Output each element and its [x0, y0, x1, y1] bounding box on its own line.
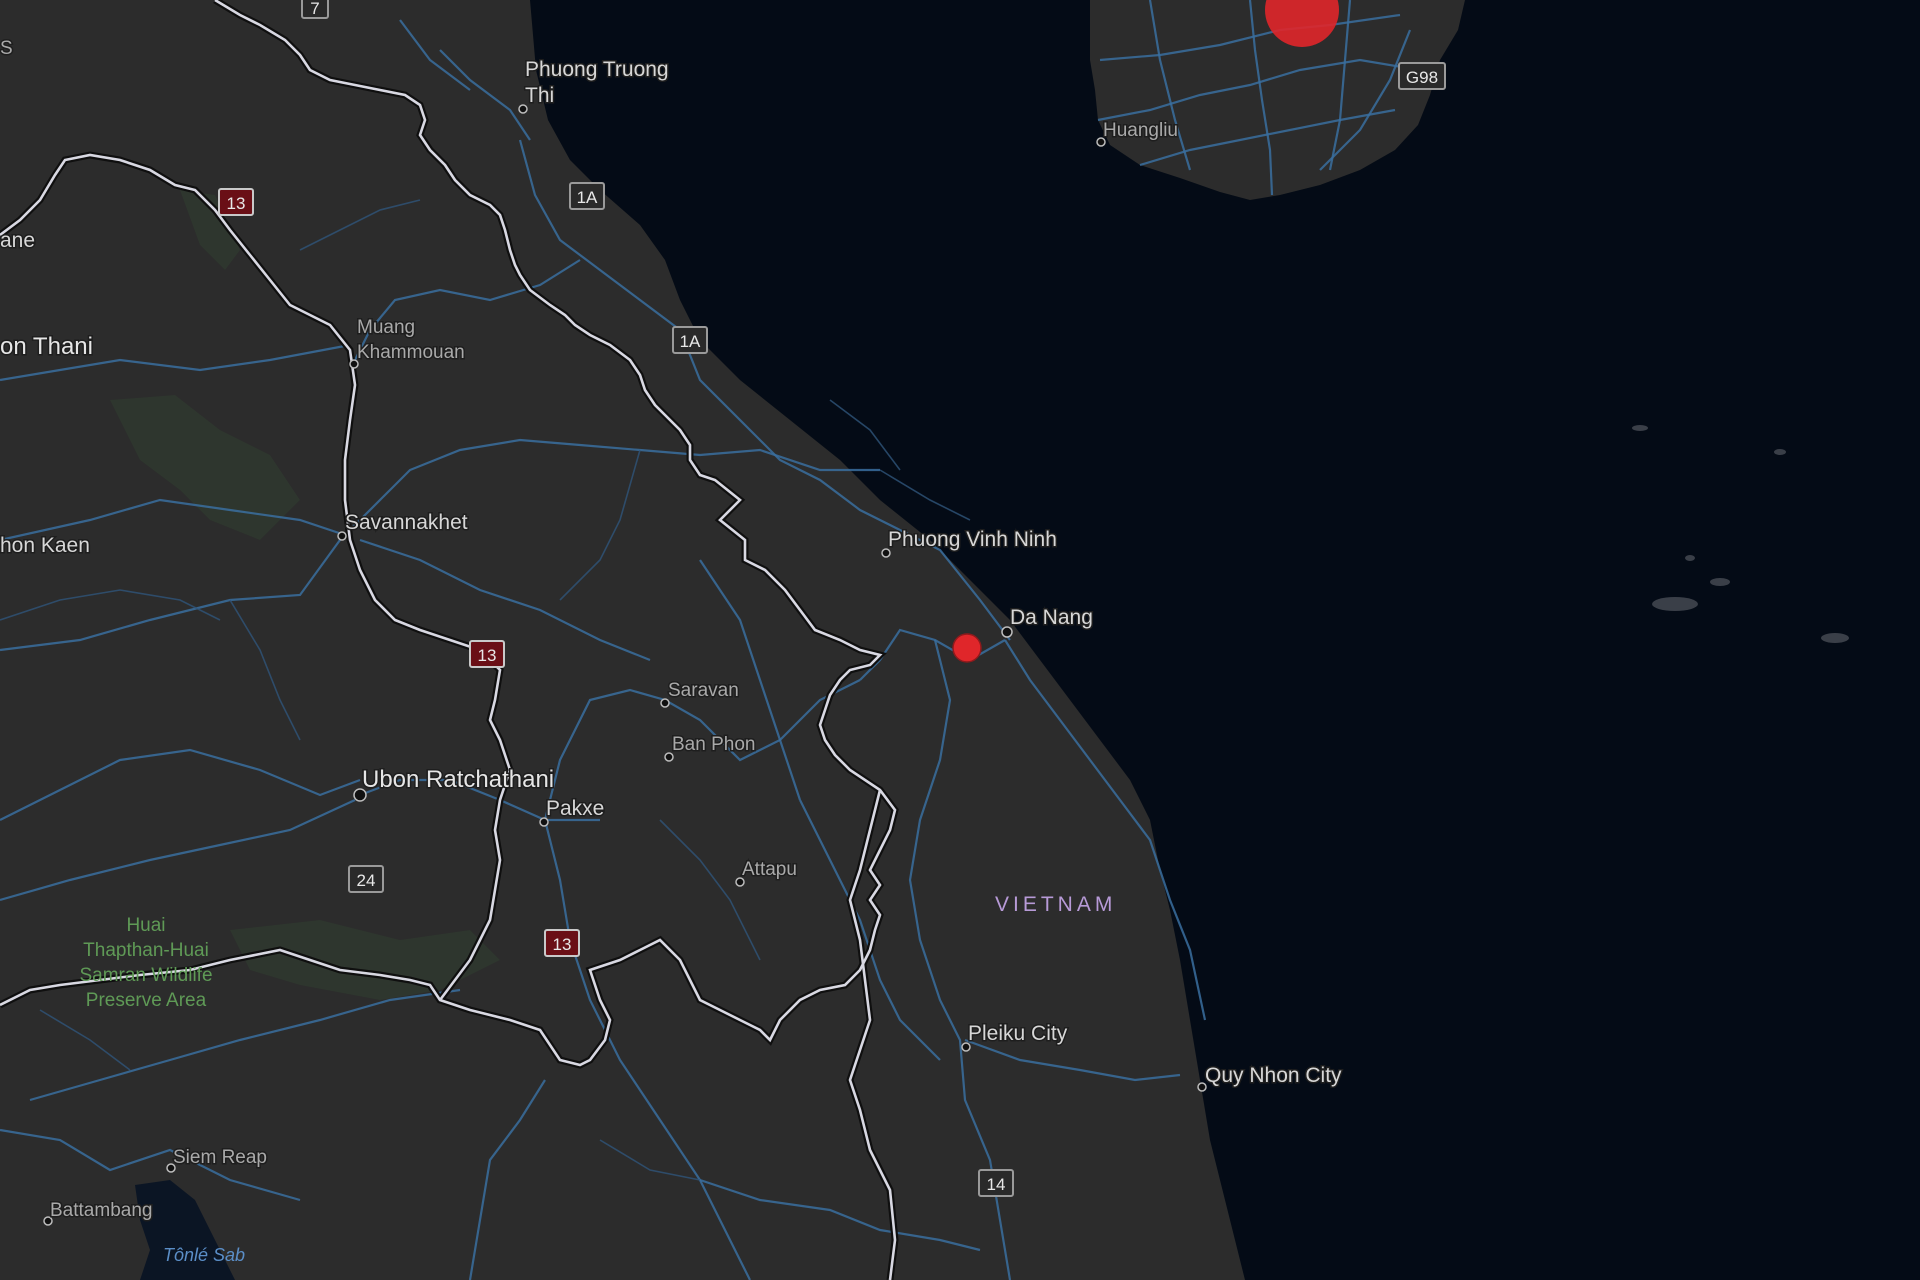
- road-shield-g98: G98: [1398, 62, 1446, 90]
- park-label-line2: Thapthan-Huai: [83, 940, 209, 961]
- road-shield-24: 24: [348, 865, 384, 893]
- road-shield-24-text: 24: [357, 871, 376, 890]
- city-label-phuong-truong-thi-line2: Thi: [525, 84, 554, 107]
- road-shield-13-middle: 13: [469, 640, 505, 668]
- road-shield-7-text: 7: [310, 0, 319, 18]
- road-shield-1a-north-text: 1A: [577, 188, 598, 207]
- city-label-ubon-ratchathani: Ubon Ratchathani: [362, 766, 554, 793]
- city-label-pleiku-city: Pleiku City: [968, 1022, 1068, 1045]
- park-label-line3: Samran Wildlife: [79, 965, 212, 986]
- marker-da-nang[interactable]: [952, 633, 982, 663]
- city-label-attapu: Attapu: [742, 859, 797, 880]
- road-shield-7: 7: [301, 0, 329, 19]
- road-shield-13-middle-text: 13: [478, 646, 497, 665]
- city-label-muang-khammouan: Muang: [357, 317, 415, 338]
- road-shield-13-south-text: 13: [553, 935, 572, 954]
- water-label-tonle-sap: Tônlé Sab: [163, 1245, 245, 1265]
- road-shield-13-north: 13: [218, 188, 254, 216]
- map-canvas[interactable]: Phuong Truong Thi Huangliu Muang Khammou…: [0, 0, 1920, 1280]
- road-shield-14-text: 14: [987, 1175, 1006, 1194]
- road-shield-1a-south: 1A: [672, 326, 708, 354]
- city-label-ban-phon: Ban Phon: [672, 734, 755, 755]
- edge-label: S: [0, 38, 13, 59]
- road-shield-1a-south-text: 1A: [680, 332, 701, 351]
- city-label-savannakhet: Savannakhet: [345, 511, 468, 534]
- road-shield-14: 14: [978, 1169, 1014, 1197]
- city-label-battambang: Battambang: [50, 1200, 152, 1221]
- city-label-da-nang: Da Nang: [1010, 606, 1093, 629]
- park-label-line1: Huai: [126, 915, 165, 936]
- city-label-phuong-vinh-ninh: Phuong Vinh Ninh: [888, 528, 1057, 551]
- road-shield-13-south: 13: [544, 929, 580, 957]
- road-shield-1a-north: 1A: [569, 182, 605, 210]
- city-label-phuong-truong-thi: Phuong Truong: [525, 58, 669, 81]
- road-shield-g98-text: G98: [1406, 68, 1438, 87]
- city-label-quy-nhon-city: Quy Nhon City: [1205, 1064, 1342, 1087]
- city-label-huangliu: Huangliu: [1103, 120, 1178, 141]
- road-shield-13-north-text: 13: [227, 194, 246, 213]
- city-label-muang-khammouan-line2: Khammouan: [357, 342, 465, 363]
- city-label-vientiane: ane: [0, 229, 35, 252]
- country-label-vietnam: VIETNAM: [995, 893, 1116, 916]
- city-label-saravan: Saravan: [668, 680, 739, 701]
- city-label-siem-reap: Siem Reap: [173, 1147, 267, 1168]
- city-label-khon-kaen: hon Kaen: [0, 534, 90, 557]
- park-label-line4: Preserve Area: [86, 990, 207, 1011]
- city-label-udon-thani: on Thani: [0, 333, 93, 360]
- city-label-pakxe: Pakxe: [546, 797, 604, 820]
